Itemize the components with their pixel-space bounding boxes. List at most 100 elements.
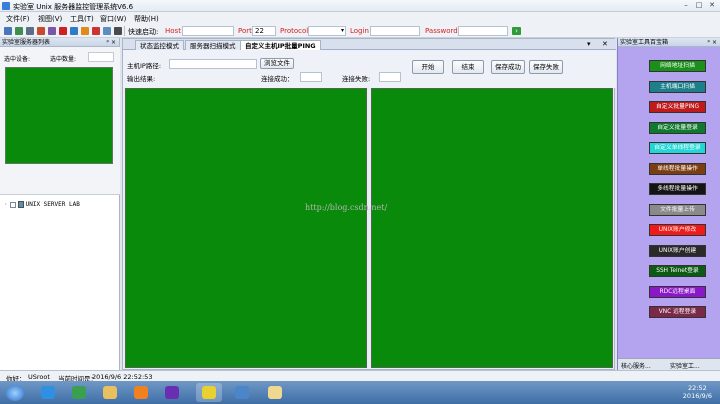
output-success-panel[interactable] — [125, 88, 367, 368]
start-button[interactable]: 开始 — [412, 60, 444, 74]
network-icon[interactable] — [4, 27, 12, 35]
visual-studio-icon — [165, 386, 179, 399]
protocol-select[interactable]: ▾ — [308, 26, 346, 36]
server-tree-root[interactable]: · UNIX SERVER LAB — [4, 201, 80, 208]
tab-status-monitor[interactable]: 状态监控模式 — [135, 40, 184, 50]
device-status-area: 选中设备: 选中数量: — [0, 47, 120, 195]
end-button[interactable]: 结束 — [452, 60, 484, 74]
folder-icon[interactable] — [81, 27, 89, 35]
menu-window[interactable]: 窗口(W) — [100, 14, 126, 24]
app-icon — [202, 386, 216, 399]
host-ip-path-input[interactable] — [169, 59, 257, 69]
tab-core-services[interactable]: 核心服务... — [621, 361, 651, 370]
server-list-title: 实验室服务器列表 — [2, 39, 51, 46]
stop-icon[interactable] — [59, 27, 67, 35]
tab-server-scan[interactable]: 服务器扫描模式 — [185, 40, 241, 50]
tool-button[interactable]: SSH Telnet登录 — [649, 265, 706, 277]
tool-button[interactable]: 网络地址扫描 — [649, 60, 706, 72]
output-result-label: 输出结果: — [127, 75, 156, 83]
disk-icon[interactable] — [26, 27, 34, 35]
quick-launch-label: 快速启动: — [128, 28, 159, 36]
tool-button[interactable]: 自定义单线程登录 — [649, 142, 706, 154]
tool-button[interactable]: UNIX账户修改 — [649, 224, 706, 236]
ie-icon — [41, 386, 55, 399]
tool-button[interactable]: 主机端口扫描 — [649, 80, 706, 93]
menu-tools[interactable]: 工具(T) — [70, 14, 94, 24]
minimize-button[interactable]: – — [680, 1, 692, 10]
maximize-button[interactable]: □ — [693, 1, 705, 10]
tab-scroll-icon[interactable]: ▾ — [587, 40, 591, 48]
connect-fail-field — [379, 72, 401, 82]
window-title: 实验室 Unix 服务器监控管理系统V6.6 — [13, 3, 134, 11]
taskbar-explorer[interactable] — [97, 383, 123, 402]
taskbar-media[interactable] — [128, 383, 154, 402]
connect-success-field — [300, 72, 322, 82]
taskbar-active-app[interactable] — [196, 383, 222, 402]
current-time: 2016/9/6 22:52:53 — [92, 373, 153, 381]
close-button[interactable]: ✕ — [706, 1, 718, 10]
tab-lab-tools[interactable]: 实验室工... — [670, 361, 700, 370]
monitor-icon[interactable] — [48, 27, 56, 35]
tree-checkbox[interactable] — [9, 201, 16, 208]
menu-view[interactable]: 视图(V) — [38, 14, 62, 24]
taskbar-browser[interactable] — [66, 383, 92, 402]
tool-button[interactable]: 多线程批量操作 — [649, 183, 706, 195]
chevron-down-icon: ▾ — [340, 27, 344, 34]
status-bar: 你好： USroot 当前时间是： 2016/9/6 22:52:53 — [0, 370, 720, 383]
info-icon[interactable] — [114, 27, 122, 35]
browse-file-button[interactable]: 浏览文件 — [260, 58, 294, 69]
login-label: Login — [350, 27, 369, 35]
server-list-panel: 实验室服务器列表 ᵖ × 选中设备: 选中数量: · UNIX SERVER L… — [0, 38, 120, 370]
taskbar-network[interactable] — [229, 383, 255, 402]
menu-help[interactable]: 帮助(H) — [134, 14, 159, 24]
host-input[interactable] — [182, 26, 234, 36]
tool-icon[interactable] — [37, 27, 45, 35]
start-button-orb[interactable] — [3, 383, 27, 402]
refresh-icon[interactable] — [15, 27, 23, 35]
tree-expander-icon[interactable]: · — [4, 201, 8, 208]
save-fail-button[interactable]: 保存失败 — [529, 60, 563, 74]
selected-count-field — [88, 52, 114, 62]
device-status-display — [5, 67, 113, 164]
tool-button[interactable]: 自定义批量登录 — [649, 121, 706, 134]
tool-button[interactable]: RDC远程桌面 — [649, 285, 706, 298]
panel-close-icon[interactable]: ᵖ × — [106, 38, 116, 47]
paint-icon — [268, 386, 282, 399]
login-input[interactable] — [370, 26, 420, 36]
clock-date: 2016/9/6 — [682, 392, 712, 400]
current-user: USroot — [28, 373, 50, 381]
server-icon — [17, 201, 24, 208]
password-input[interactable] — [458, 26, 508, 36]
clock-time: 22:52 — [688, 384, 707, 392]
connect-fail-label: 连接失败: — [342, 75, 371, 83]
output-fail-panel[interactable] — [371, 88, 613, 368]
save-success-button[interactable]: 保存成功 — [491, 60, 525, 74]
toolbox-close-icon[interactable]: ᵖ × — [707, 38, 717, 47]
selected-device-label: 选中设备: — [4, 56, 31, 63]
ping-form: 主机IP路径: 浏览文件 输出结果: 连接成功： 连接失败: 开始 结束 保存成… — [123, 50, 616, 88]
menu-file[interactable]: 文件(F) — [6, 14, 30, 24]
host-label: Host — [165, 27, 181, 35]
tool-button[interactable]: 单线程批量操作 — [649, 162, 706, 175]
terminal-icon[interactable] — [70, 27, 78, 35]
protocol-label: Protocol — [280, 27, 309, 35]
port-input[interactable]: 22 — [252, 26, 276, 36]
tab-close-icon[interactable]: ✕ — [602, 40, 608, 48]
tool-button[interactable]: 自定义批量PING — [649, 101, 706, 113]
port-label: Port — [238, 27, 252, 35]
menu-bar: 文件(F) 视图(V) 工具(T) 窗口(W) 帮助(H) — [0, 12, 720, 24]
taskbar-visual-studio[interactable] — [159, 383, 185, 402]
tool-button[interactable]: VNC 远程登录 — [649, 306, 706, 318]
taskbar-paint[interactable] — [262, 383, 288, 402]
toolbar: 快速启动: Host Port 22 Protocol ▾ Login Pass… — [0, 24, 720, 38]
delete-icon[interactable] — [92, 27, 100, 35]
connect-button[interactable]: › — [512, 27, 521, 35]
settings-icon[interactable] — [103, 27, 111, 35]
host-ip-path-label: 主机IP路径: — [127, 62, 162, 70]
tool-button[interactable]: 文件批量上传 — [649, 203, 706, 216]
server-list-header: 实验室服务器列表 ᵖ × — [0, 38, 119, 47]
taskbar-ie[interactable] — [35, 383, 61, 402]
tool-button[interactable]: UNIX账户创建 — [649, 244, 706, 257]
password-label: Password — [425, 27, 458, 35]
system-clock[interactable]: 22:52 2016/9/6 — [683, 384, 712, 400]
